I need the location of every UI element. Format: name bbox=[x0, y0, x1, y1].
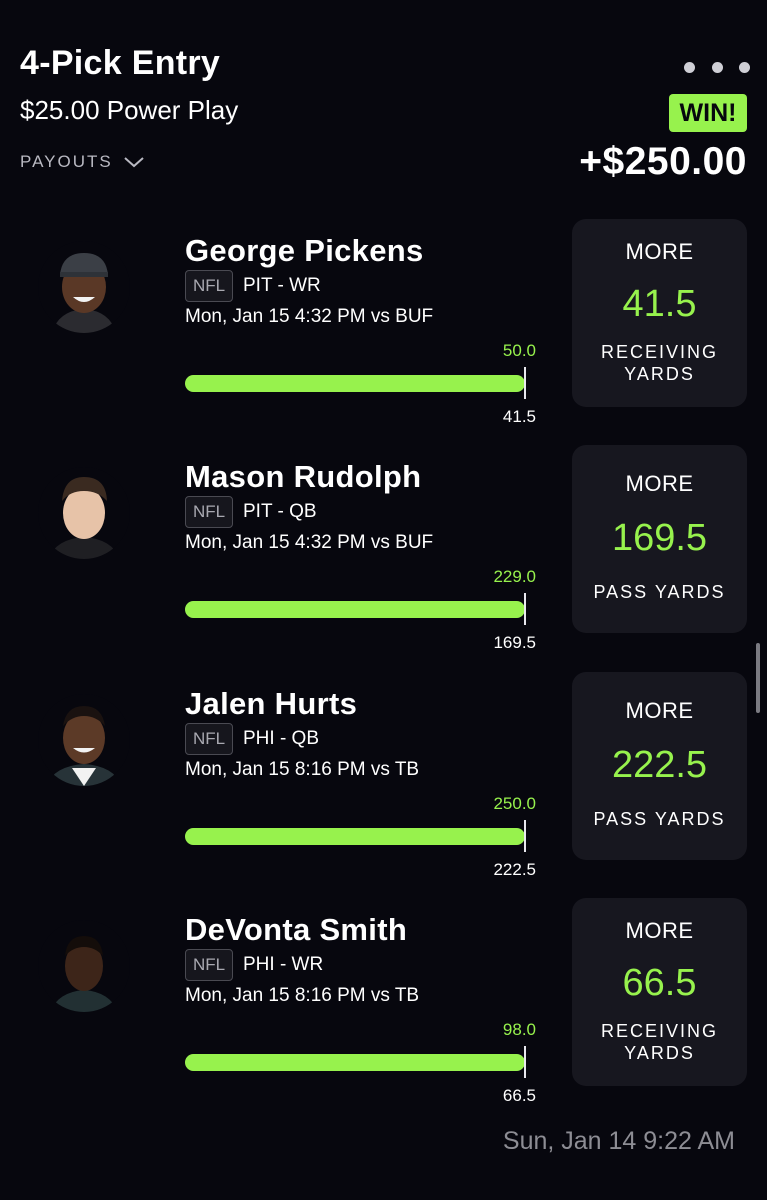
line-marker bbox=[524, 367, 526, 399]
progress-fill bbox=[185, 828, 525, 845]
actual-stat-value: 229.0 bbox=[493, 567, 536, 586]
pick-direction: MORE bbox=[625, 471, 694, 496]
pick-direction: MORE bbox=[625, 698, 694, 723]
entry-title: 4-Pick Entry bbox=[20, 44, 221, 82]
line-value: 169.5 bbox=[493, 633, 536, 652]
pick-stat-type: RECEIVING YARDS bbox=[600, 342, 719, 384]
progress-fill bbox=[185, 1054, 525, 1071]
pick-direction: MORE bbox=[625, 918, 694, 943]
pick-card[interactable]: MORE 222.5 PASS YARDS bbox=[572, 672, 747, 860]
game-info: Mon, Jan 15 4:32 PM vs BUF bbox=[185, 532, 434, 553]
league-badge: NFL bbox=[185, 496, 233, 528]
actual-stat-value: 98.0 bbox=[502, 1020, 536, 1039]
line-value: 41.5 bbox=[502, 407, 536, 426]
pick-row: George Pickens NFL PIT - WR Mon, Jan 15 … bbox=[0, 219, 767, 426]
pick-stat-type: PASS YARDS bbox=[593, 582, 726, 602]
progress-bar bbox=[185, 828, 525, 845]
pick-projection: 222.5 bbox=[611, 744, 708, 786]
progress-bar bbox=[185, 601, 525, 618]
line-marker bbox=[524, 1046, 526, 1078]
league-badge: NFL bbox=[185, 723, 233, 755]
entry-timestamp: Sun, Jan 14 9:22 AM bbox=[502, 1127, 735, 1155]
player-name: Jalen Hurts bbox=[185, 686, 358, 721]
pick-row: Jalen Hurts NFL PHI - QB Mon, Jan 15 8:1… bbox=[0, 672, 767, 879]
team-position: PIT - WR bbox=[243, 275, 321, 296]
chevron-down-icon bbox=[124, 157, 144, 168]
pick-stat-type: PASS YARDS bbox=[593, 809, 726, 829]
line-marker bbox=[524, 820, 526, 852]
actual-stat-value: 250.0 bbox=[493, 794, 536, 813]
scrollbar-thumb[interactable] bbox=[756, 643, 760, 713]
actual-stat-value: 50.0 bbox=[502, 341, 536, 360]
pick-card[interactable]: MORE 41.5 RECEIVING YARDS bbox=[572, 219, 747, 407]
pick-row: Mason Rudolph NFL PIT - QB Mon, Jan 15 4… bbox=[0, 445, 767, 652]
pick-projection: 41.5 bbox=[622, 283, 697, 325]
team-position: PHI - QB bbox=[243, 728, 320, 749]
more-dots-icon[interactable] bbox=[684, 56, 750, 78]
win-amount: +$250.00 bbox=[579, 140, 747, 183]
pick-stat-type: RECEIVING YARDS bbox=[600, 1021, 719, 1063]
player-avatar bbox=[38, 241, 130, 333]
player-name: George Pickens bbox=[185, 233, 424, 268]
game-info: Mon, Jan 15 8:16 PM vs TB bbox=[185, 759, 420, 780]
player-name: DeVonta Smith bbox=[185, 912, 408, 947]
game-info: Mon, Jan 15 4:32 PM vs BUF bbox=[185, 306, 434, 327]
payouts-toggle[interactable]: PAYOUTS bbox=[20, 152, 145, 172]
line-value: 66.5 bbox=[502, 1086, 536, 1105]
pick-row: DeVonta Smith NFL PHI - WR Mon, Jan 15 8… bbox=[0, 898, 767, 1105]
progress-fill bbox=[185, 375, 525, 392]
team-position: PIT - QB bbox=[243, 501, 317, 522]
status-badge: WIN! bbox=[669, 94, 747, 132]
pick-direction: MORE bbox=[625, 239, 694, 264]
player-avatar bbox=[38, 694, 130, 786]
line-marker bbox=[524, 593, 526, 625]
line-value: 222.5 bbox=[493, 860, 536, 879]
pick-card[interactable]: MORE 169.5 PASS YARDS bbox=[572, 445, 747, 633]
league-badge: NFL bbox=[185, 270, 233, 302]
game-info: Mon, Jan 15 8:16 PM vs TB bbox=[185, 985, 420, 1006]
player-avatar bbox=[38, 920, 130, 1012]
league-badge: NFL bbox=[185, 949, 233, 981]
player-name: Mason Rudolph bbox=[185, 459, 422, 494]
entry-subtitle: $25.00 Power Play bbox=[20, 95, 239, 125]
player-avatar bbox=[38, 467, 130, 559]
pick-projection: 66.5 bbox=[622, 962, 697, 1004]
pick-projection: 169.5 bbox=[611, 517, 708, 559]
pick-card[interactable]: MORE 66.5 RECEIVING YARDS bbox=[572, 898, 747, 1086]
progress-bar bbox=[185, 375, 525, 392]
progress-bar bbox=[185, 1054, 525, 1071]
team-position: PHI - WR bbox=[243, 954, 324, 975]
payouts-label: PAYOUTS bbox=[20, 152, 113, 171]
progress-fill bbox=[185, 601, 525, 618]
